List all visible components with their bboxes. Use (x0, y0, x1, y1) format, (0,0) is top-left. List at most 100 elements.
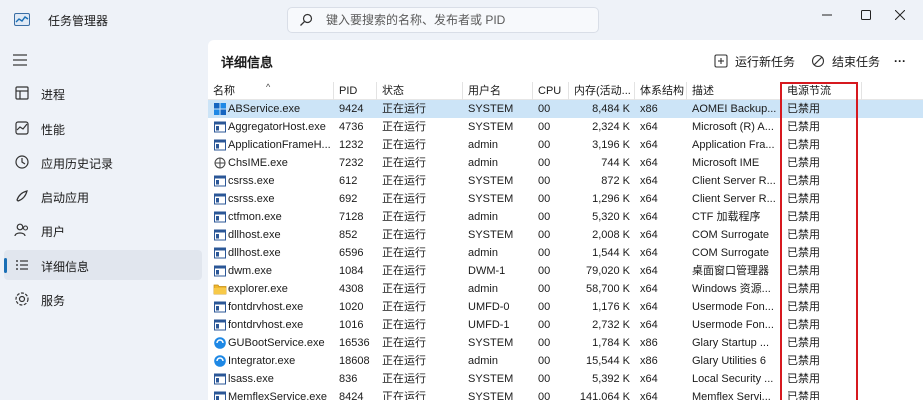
cell-memory: 58,700 K (585, 283, 630, 295)
startup-apps-icon (16, 190, 28, 202)
column-header-description[interactable]: 描述 (687, 82, 782, 100)
cell-status: 正在运行 (382, 301, 426, 313)
table-row[interactable]: dllhost.exe 6596 正在运行 admin 00 1,544 K x64 COM … (208, 244, 923, 262)
run-new-task-button[interactable]: 运行新任务 (714, 49, 795, 73)
cell-cpu: 00 (538, 373, 551, 385)
table-row[interactable]: lsass.exe 836 正在运行 SYSTEM 00 5,392 K x64 Local … (208, 370, 923, 388)
cell-status: 正在运行 (382, 391, 426, 400)
table-row[interactable]: explorer.exe 4308 正在运行 admin 00 58,700 K x64 Wi… (208, 280, 923, 298)
cell-power-throttling: 已禁用 (787, 337, 820, 349)
cell-cpu: 00 (538, 103, 551, 115)
cell-process-name: lsass.exe (228, 373, 274, 385)
column-header-pid[interactable]: PID (334, 82, 377, 100)
cell-power-throttling: 已禁用 (787, 175, 820, 187)
cell-memory: 1,544 K (592, 247, 630, 259)
cell-cpu: 00 (538, 391, 551, 400)
cell-cpu: 00 (538, 247, 551, 259)
search-box[interactable] (287, 7, 599, 33)
search-input[interactable] (326, 11, 588, 29)
column-header-cpu[interactable]: CPU (533, 82, 569, 100)
column-header-username[interactable]: 用户名 (463, 82, 533, 100)
cell-pid: 836 (339, 373, 358, 385)
table-row[interactable]: Integrator.exe 18608 正在运行 admin 00 15,544 K x8… (208, 352, 923, 370)
table-row[interactable]: csrss.exe 692 正在运行 SYSTEM 00 1,296 K x64 Client… (208, 190, 923, 208)
sidebar-item-services[interactable]: 服务 (4, 284, 202, 314)
cell-pid: 692 (339, 193, 358, 205)
cell-architecture: x64 (640, 157, 658, 169)
sidebar-item-startup-apps[interactable]: 启动应用 (4, 181, 202, 211)
cell-status: 正在运行 (382, 373, 426, 385)
end-task-button[interactable]: 结束任务 (811, 49, 880, 73)
cell-memory: 141,064 K (579, 391, 630, 400)
cell-architecture: x64 (640, 319, 658, 331)
sidebar-item-details[interactable]: 详细信息 (4, 250, 202, 280)
cell-architecture: x64 (640, 193, 658, 205)
cell-username: admin (468, 355, 498, 367)
table-row[interactable]: fontdrvhost.exe 1020 正在运行 UMFD-0 00 1,176 K x6… (208, 298, 923, 316)
search-icon (300, 13, 313, 26)
more-options-button[interactable]: ··· (894, 49, 906, 73)
cell-pid: 852 (339, 229, 358, 241)
table-row[interactable]: ChsIME.exe 7232 正在运行 admin 00 744 K x64 Microso… (208, 154, 923, 172)
sidebar-item-label: 详细信息 (41, 260, 90, 274)
cell-process-name: ctfmon.exe (228, 211, 282, 223)
sidebar-item-app-history[interactable]: 应用历史记录 (4, 147, 202, 177)
hamburger-menu-icon[interactable] (12, 53, 28, 67)
cell-architecture: x86 (640, 337, 658, 349)
column-header-status[interactable]: 状态 (377, 82, 463, 100)
cell-pid: 4736 (339, 121, 364, 133)
minimize-icon (822, 14, 832, 16)
cell-memory: 1,784 K (592, 337, 630, 349)
cell-process-name: fontdrvhost.exe (228, 301, 304, 313)
cell-architecture: x64 (640, 283, 658, 295)
cell-memory: 2,008 K (592, 229, 630, 241)
table-row[interactable]: GUBootService.exe 16536 正在运行 SYSTEM 00 1,784 … (208, 334, 923, 352)
sidebar-item-processes[interactable]: 进程 (4, 78, 202, 108)
run-new-task-label: 运行新任务 (735, 54, 796, 69)
table-row[interactable]: ABService.exe 9424 正在运行 SYSTEM 00 8,484 K x86 A… (208, 100, 923, 118)
app-history-icon (15, 155, 29, 169)
end-task-label: 结束任务 (832, 54, 881, 69)
cell-pid: 1084 (339, 265, 364, 277)
sidebar-item-label: 进程 (41, 88, 66, 102)
cell-description: Application Fra... (692, 139, 775, 151)
column-header-memory[interactable]: 内存(活动... (569, 82, 635, 100)
cell-process-name: ChsIME.exe (228, 157, 288, 169)
cell-architecture: x64 (640, 265, 658, 277)
cell-description: Client Server R... (692, 175, 776, 187)
table-row[interactable]: fontdrvhost.exe 1016 正在运行 UMFD-1 00 2,732 K x6… (208, 316, 923, 334)
cell-cpu: 00 (538, 139, 551, 151)
cell-architecture: x64 (640, 121, 658, 133)
cell-cpu: 00 (538, 337, 551, 349)
cell-description: Microsoft IME (692, 157, 760, 169)
cell-architecture: x64 (640, 373, 658, 385)
table-row[interactable]: csrss.exe 612 正在运行 SYSTEM 00 872 K x64 Client S… (208, 172, 923, 190)
table-row[interactable]: dllhost.exe 852 正在运行 SYSTEM 00 2,008 K x64 COM … (208, 226, 923, 244)
app-title: 任务管理器 (48, 14, 109, 28)
cell-status: 正在运行 (382, 265, 426, 277)
table-row[interactable]: ctfmon.exe 7128 正在运行 admin 00 5,320 K x64 CTF 加… (208, 208, 923, 226)
sidebar-item-label: 用户 (41, 225, 66, 239)
column-header-power-throttling[interactable]: 电源节流 (782, 82, 862, 100)
cell-memory: 2,732 K (592, 319, 630, 331)
table-row[interactable]: MemflexService.exe 8424 正在运行 SYSTEM 00 141,06… (208, 388, 923, 400)
sidebar-item-performance[interactable]: 性能 (4, 113, 202, 143)
table-row[interactable]: dwm.exe 1084 正在运行 DWM-1 00 79,020 K x64 桌面窗口管理器… (208, 262, 923, 280)
cell-status: 正在运行 (382, 337, 426, 349)
table-row[interactable]: ApplicationFrameH... 1232 正在运行 admin 00 3,196… (208, 136, 923, 154)
cell-process-name: csrss.exe (228, 193, 275, 205)
cell-cpu: 00 (538, 301, 551, 313)
column-header-name[interactable]: 名称 ^ (208, 82, 334, 100)
cell-memory: 1,176 K (592, 301, 630, 313)
sidebar-item-users[interactable]: 用户 (4, 215, 202, 245)
cell-memory: 8,484 K (592, 103, 630, 115)
cell-pid: 1232 (339, 139, 364, 151)
cell-username: admin (468, 247, 498, 259)
close-button[interactable] (877, 0, 923, 30)
column-header-architecture[interactable]: 体系结构 (635, 82, 687, 100)
cell-username: admin (468, 283, 498, 295)
title-bar: 任务管理器 (0, 0, 923, 40)
cell-process-name: csrss.exe (228, 175, 275, 187)
cell-process-name: GUBootService.exe (228, 337, 325, 349)
table-row[interactable]: AggregatorHost.exe 4736 正在运行 SYSTEM 00 2,324 … (208, 118, 923, 136)
